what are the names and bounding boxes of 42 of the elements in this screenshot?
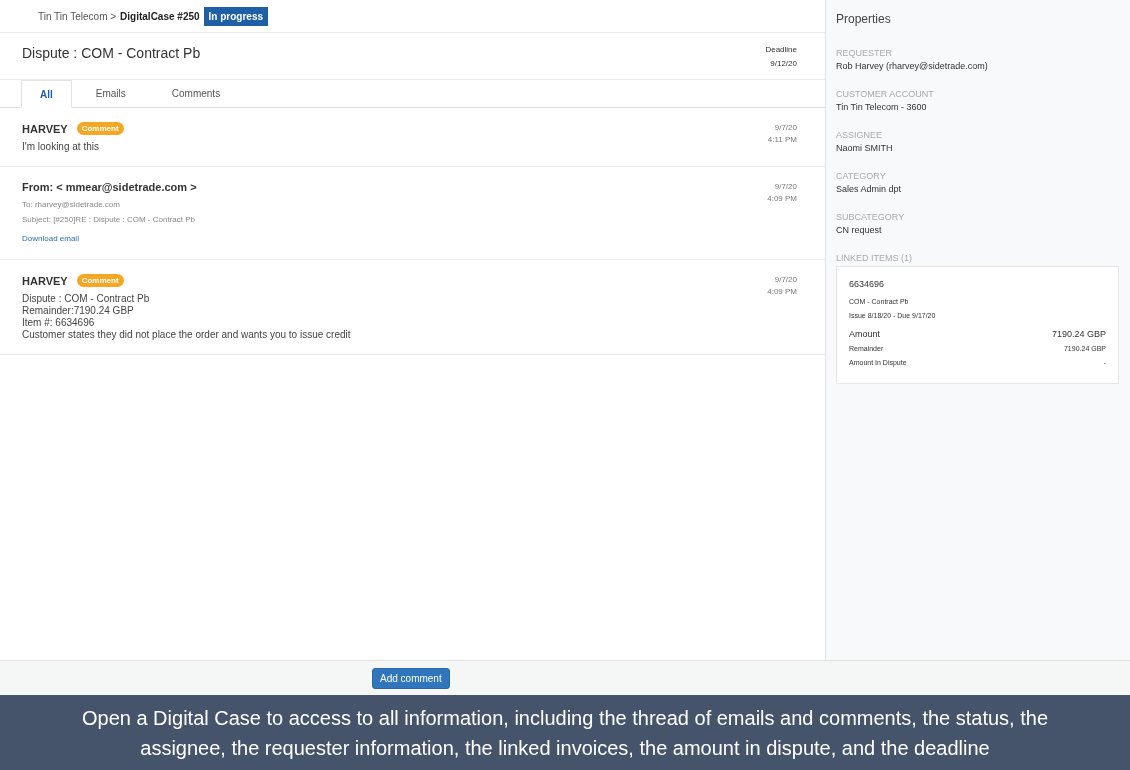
field-value: Naomi SMITH [836,143,894,153]
case-title: Dispute : COM - Contract Pb [22,45,201,63]
comment-author: HARVEY [22,122,68,135]
entry-date: 9/7/20 [773,274,797,286]
tab[interactable]: Emails [73,80,148,107]
entry-time: 4:11 PM [767,134,797,146]
field-label: CATEGORY [836,171,887,181]
tab[interactable]: All [21,80,72,108]
item-number: 6634696 [849,279,886,289]
amount-label: Amount [849,329,881,339]
breadcrumb-link[interactable]: Tin Tin Telecom > [38,10,117,22]
email-sender: From: < mmear@sidetrade.com > [22,181,197,193]
download-email-link[interactable]: Download email [22,234,79,243]
entry-date: 9/7/20 [773,122,797,134]
field-label: CUSTOMER ACCOUNT [836,89,935,99]
comment-badge: Comment [76,274,124,287]
caption-text: Open a Digital Case to access to all information, including the thread of emails and comments, the status, the assignee, the requester information, the linked invoices, the amount in dispute, and the deadline [80,705,1050,761]
comment-author: HARVEY [22,274,68,287]
field-value: Tin Tin Telecom - 3600 [836,102,928,112]
field-label: LINKED ITEMS (1) [836,253,913,263]
field-label: REQUESTER [836,48,893,58]
field-value: Rob Harvey (rharvey@sidetrade.com) [836,61,989,71]
field-label: SUBCATEGORY [836,212,906,222]
amount-value: 7190.24 GBP [1051,329,1106,339]
email-subject: Subject: [#250]RE : Dispute : COM - Contract Pb [22,214,196,226]
field-value: Sales Admin dpt [836,184,903,194]
tab[interactable]: Comments [149,80,243,107]
case-id: DigitalCase #250 [120,10,200,22]
field-label: ASSIGNEE [836,130,883,140]
entry-date: 9/7/20 [773,181,797,193]
deadline-label: Deadline [765,45,797,54]
entry-time: 4:09 PM [767,193,797,205]
entry-time: 4:09 PM [767,286,797,298]
field-value: CN request [836,225,883,235]
comment-badge: Comment [76,122,124,135]
comment-text: I'm looking at this [22,141,100,153]
panel-title: Properties [836,12,892,26]
add-comment-button[interactable]: Add comment [372,667,450,689]
status-badge: In progress [203,6,269,26]
comment-text: Dispute : COM - Contract Pb Remainder:7190.24 GBP Item #: 6634696 Customer states they did not place the order and wants you to issue credit [22,293,351,341]
deadline-date: 9/12/20 [769,59,797,68]
email-recipient: To: rharvey@sidetrade.com [22,199,121,211]
